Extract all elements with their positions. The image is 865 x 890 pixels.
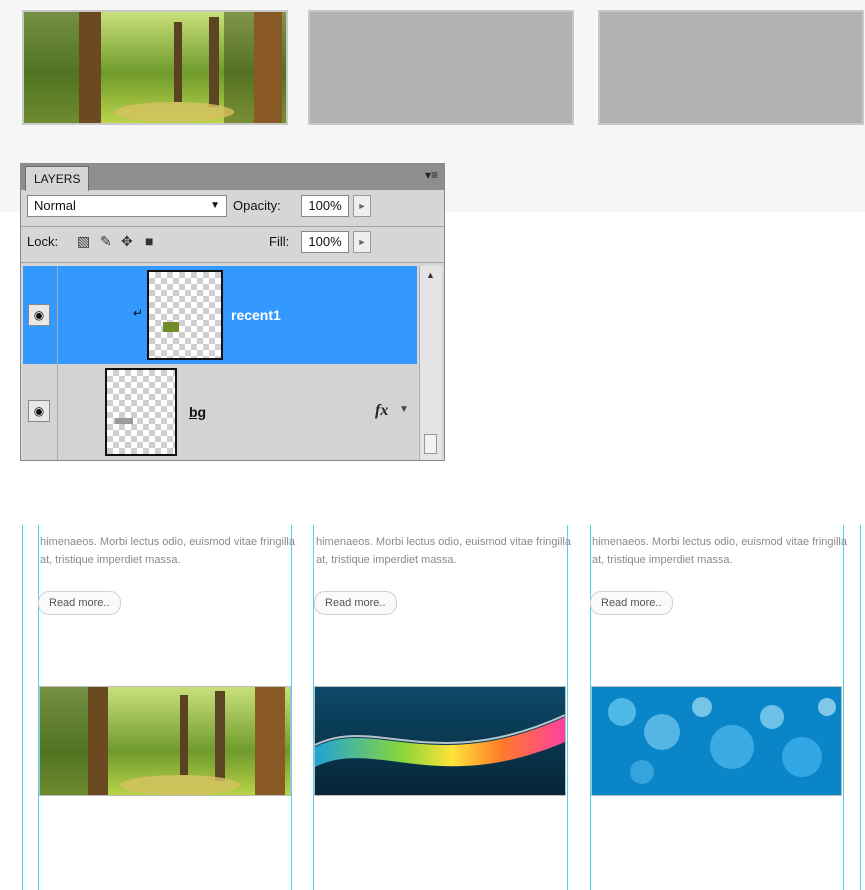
guide-line	[843, 525, 844, 890]
layer-list: ◉ ↵ recent1 ◉ bg fx ▼	[23, 266, 417, 460]
link-icon: ↵	[133, 306, 144, 320]
guide-line	[860, 525, 861, 890]
image-placeholder	[598, 10, 864, 125]
layers-panel: LAYERS ▾≡ Normal ▼ Opacity: 100% ► Lock:…	[20, 163, 445, 461]
blend-row: Normal ▼ Opacity: 100% ►	[25, 194, 439, 220]
layer-thumbnail	[147, 270, 223, 360]
divider	[21, 262, 444, 263]
read-more-button[interactable]: Read more..	[314, 591, 397, 615]
fill-label: Fill:	[269, 234, 290, 249]
scroll-thumb[interactable]	[424, 434, 437, 454]
eye-icon[interactable]: ◉	[28, 304, 50, 326]
chevron-down-icon[interactable]: ▼	[399, 404, 409, 415]
visibility-cell: ◉	[23, 364, 58, 460]
lock-label: Lock:	[27, 234, 59, 249]
bokeh-image	[591, 686, 842, 796]
rainbow-wave-image	[314, 686, 566, 796]
lock-all-icon[interactable]: ■	[145, 233, 153, 249]
lock-move-icon[interactable]: ✥	[121, 233, 133, 250]
layer-name[interactable]: recent1	[231, 307, 281, 323]
forest-illustration	[40, 687, 290, 795]
layers-tab-bar: LAYERS ▾≡	[21, 164, 444, 191]
column-text: himenaeos. Morbi lectus odio, euismod vi…	[40, 536, 295, 566]
forest-thumbnail	[22, 10, 288, 125]
rainbow-wave-illustration	[315, 687, 565, 795]
eye-icon[interactable]: ◉	[28, 400, 50, 422]
blend-mode-value: Normal	[34, 198, 76, 213]
dropdown-caret-icon: ▼	[210, 200, 220, 211]
opacity-label: Opacity:	[233, 198, 281, 213]
arrow-right-icon: ►	[357, 201, 367, 211]
lock-brush-icon[interactable]: ✎	[100, 233, 112, 250]
bokeh-illustration	[592, 687, 841, 795]
read-more-button[interactable]: Read more..	[590, 591, 673, 615]
forest-image	[39, 686, 291, 796]
opacity-slider-button[interactable]: ►	[353, 195, 371, 217]
image-placeholder	[308, 10, 574, 125]
visibility-cell: ◉	[23, 266, 58, 364]
column-text: himenaeos. Morbi lectus odio, euismod vi…	[592, 536, 847, 566]
layer-thumbnail	[105, 368, 177, 456]
blend-mode-select[interactable]: Normal ▼	[27, 195, 227, 217]
read-more-button[interactable]: Read more..	[38, 591, 121, 615]
guide-line	[567, 525, 568, 890]
layer-row-recent1[interactable]: ◉ ↵ recent1	[23, 266, 417, 364]
forest-image	[24, 12, 286, 123]
lock-row: Lock: ▧ ✎ ✥ ■ Fill: 100% ►	[25, 230, 439, 256]
lock-transparent-icon[interactable]: ▧	[77, 233, 90, 250]
fx-icon[interactable]: fx	[375, 402, 388, 420]
divider	[21, 226, 444, 227]
layer-thumbnail-content	[115, 418, 133, 424]
guide-line	[291, 525, 292, 890]
layer-row-bg[interactable]: ◉ bg fx ▼	[23, 364, 417, 460]
panel-menu-icon[interactable]: ▾≡	[425, 168, 438, 182]
guide-line	[22, 525, 23, 890]
layer-name[interactable]: bg	[189, 404, 206, 420]
layers-scrollbar[interactable]: ▲	[419, 266, 442, 460]
fill-slider-button[interactable]: ►	[353, 231, 371, 253]
scroll-up-icon[interactable]: ▲	[426, 270, 435, 280]
tab-layers[interactable]: LAYERS	[25, 166, 90, 191]
column-text: himenaeos. Morbi lectus odio, euismod vi…	[316, 536, 571, 566]
layer-thumbnail-content	[163, 322, 179, 332]
arrow-right-icon: ►	[357, 237, 367, 247]
opacity-input[interactable]: 100%	[301, 195, 349, 217]
fill-input[interactable]: 100%	[301, 231, 349, 253]
